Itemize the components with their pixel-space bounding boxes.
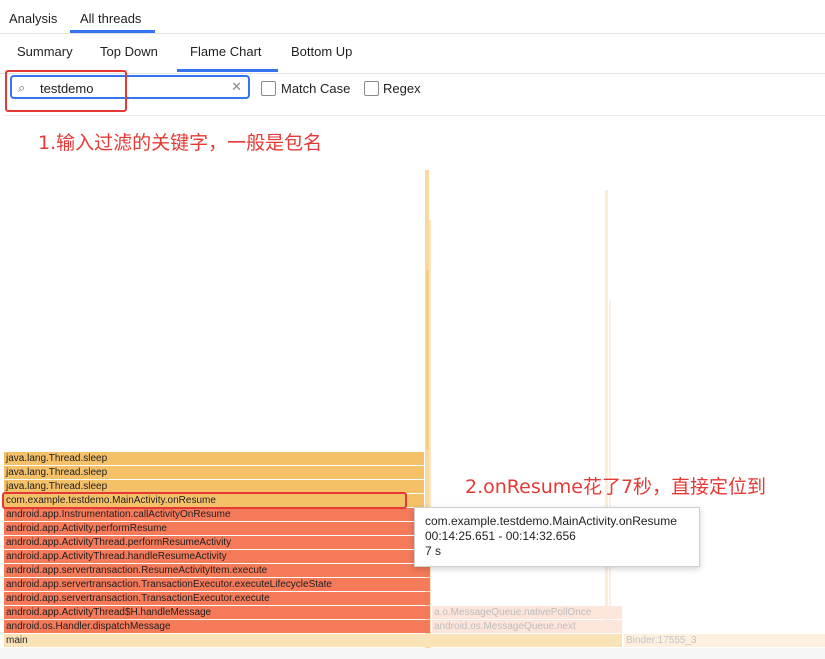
flame-frame[interactable]: java.lang.Thread.sleep: [4, 466, 424, 479]
tab-flame-chart[interactable]: Flame Chart: [190, 44, 262, 59]
tab-all-threads[interactable]: All threads: [80, 11, 141, 26]
tooltip-duration: 7 s: [425, 544, 442, 558]
top-tab-bar: Analysis All threads: [0, 0, 825, 34]
flame-frame[interactable]: android.app.ActivityThread.performResume…: [4, 536, 430, 549]
tooltip-method: com.example.testdemo.MainActivity.onResu…: [425, 514, 677, 528]
tooltip-time-range: 00:14:25.651 - 00:14:32.656: [425, 529, 576, 543]
flame-frame-binder[interactable]: Binder:17555_3: [624, 634, 825, 647]
flame-frame-dimmed[interactable]: a.o.MessageQueue.nativePollOnce: [432, 606, 622, 619]
tab-bottom-up[interactable]: Bottom Up: [291, 44, 352, 59]
flame-frame-dimmed[interactable]: android.os.MessageQueue.next: [432, 620, 622, 633]
horizontal-scrollbar[interactable]: [0, 648, 825, 659]
flame-frame[interactable]: android.app.servertransaction.Transactio…: [4, 592, 430, 605]
flame-frame[interactable]: java.lang.Thread.sleep: [4, 480, 424, 493]
filter-search-box[interactable]: ⌕ ✕: [10, 75, 250, 99]
flame-frame[interactable]: java.lang.Thread.sleep: [4, 452, 424, 465]
tab-analysis[interactable]: Analysis: [9, 11, 57, 26]
regex-checkbox[interactable]: [364, 81, 379, 96]
flame-frame-on-resume[interactable]: com.example.testdemo.MainActivity.onResu…: [4, 494, 424, 507]
search-icon: ⌕: [18, 80, 26, 95]
flame-sliver: [609, 300, 611, 630]
sub-tab-active-indicator: [177, 69, 278, 72]
view-tab-bar: Summary Top Down Flame Chart Bottom Up: [0, 33, 825, 74]
flame-frame[interactable]: android.app.Activity.performResume: [4, 522, 430, 535]
frame-tooltip: com.example.testdemo.MainActivity.onResu…: [414, 507, 700, 567]
flame-frame[interactable]: android.app.ActivityThread$H.handleMessa…: [4, 606, 430, 619]
resume-annotation: 2.onResume花了7秒，直接定位到: [465, 476, 767, 498]
flame-frame[interactable]: android.os.Handler.dispatchMessage: [4, 620, 430, 633]
regex-label[interactable]: Regex: [383, 81, 421, 96]
filter-search-input[interactable]: [40, 79, 220, 97]
flame-frame-main[interactable]: main: [4, 634, 622, 647]
tab-summary[interactable]: Summary: [17, 44, 73, 59]
clear-icon[interactable]: ✕: [231, 79, 242, 95]
flame-frame[interactable]: android.app.servertransaction.Transactio…: [4, 578, 430, 591]
flame-frame[interactable]: android.app.Instrumentation.callActivity…: [4, 508, 430, 521]
flame-frame[interactable]: android.app.servertransaction.ResumeActi…: [4, 564, 430, 577]
flame-frame[interactable]: android.app.ActivityThread.handleResumeA…: [4, 550, 430, 563]
match-case-checkbox[interactable]: [261, 81, 276, 96]
match-case-label[interactable]: Match Case: [281, 81, 350, 96]
tab-top-down[interactable]: Top Down: [100, 44, 158, 59]
